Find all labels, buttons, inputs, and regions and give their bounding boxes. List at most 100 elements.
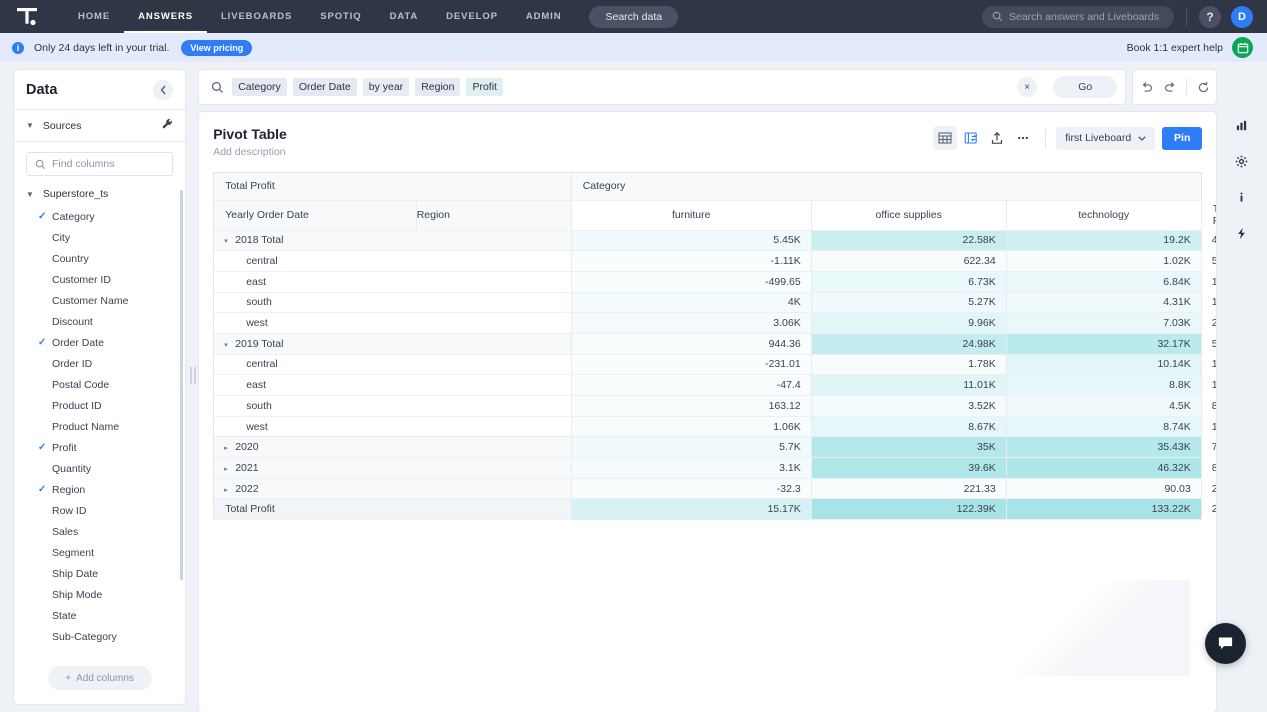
info-icon[interactable] <box>1228 184 1255 210</box>
nav-link-liveboards[interactable]: LIVEBOARDS <box>207 0 306 33</box>
table-row[interactable]: west3.06K9.96K7.03K20.06K <box>214 312 1216 334</box>
pivot-row-label[interactable]: central <box>214 354 572 376</box>
column-item-country[interactable]: Country <box>14 248 185 269</box>
pivot-cell[interactable]: 32.17K <box>1006 333 1202 355</box>
pivot-row-label[interactable]: ▾ 2018 Total <box>214 230 572 252</box>
pivot-column-header-office-supplies[interactable]: office supplies <box>811 200 1007 231</box>
pivot-cell[interactable]: 6.73K <box>811 271 1007 293</box>
column-item-row-id[interactable]: Row ID <box>14 500 185 521</box>
column-item-discount[interactable]: Discount <box>14 311 185 332</box>
search-token-profit[interactable]: Profit <box>466 78 503 96</box>
pivot-cell[interactable]: 24.98K <box>811 333 1007 355</box>
column-item-customer-name[interactable]: Customer Name <box>14 290 185 311</box>
pivot-cell[interactable]: 15.17K <box>571 498 812 521</box>
nav-link-develop[interactable]: DEVELOP <box>432 0 512 33</box>
pivot-cell[interactable]: 11.01K <box>811 374 1007 396</box>
pivot-cell[interactable]: 133.22K <box>1006 498 1202 521</box>
pivot-cell[interactable]: 163.12 <box>571 395 812 417</box>
column-item-ship-mode[interactable]: Ship Mode <box>14 584 185 605</box>
table-row[interactable]: central-231.011.78K10.14K11.68K <box>214 354 1216 376</box>
column-item-order-date[interactable]: ✓ Order Date <box>14 332 185 353</box>
undo-icon[interactable] <box>1135 76 1157 98</box>
pivot-cell[interactable]: 1.02K <box>1006 250 1202 272</box>
table-row[interactable]: east-47.411.01K8.8K19.76K <box>214 374 1216 396</box>
table-row[interactable]: south163.123.52K4.5K8.18K <box>214 395 1216 417</box>
pivot-row-label[interactable]: Total Profit <box>214 498 572 521</box>
pivot-cell[interactable]: 22.58K <box>811 230 1007 252</box>
pivot-row-label[interactable]: ▸ 2022 <box>214 478 572 500</box>
avatar[interactable]: D <box>1231 5 1253 28</box>
pivot-row-label[interactable]: ▾ 2019 Total <box>214 333 572 355</box>
pivot-cell[interactable]: -1.11K <box>571 250 812 272</box>
pivot-cell[interactable]: 6.84K <box>1006 271 1202 293</box>
column-item-state[interactable]: State <box>14 605 185 626</box>
nav-link-data[interactable]: DATA <box>376 0 433 33</box>
pivot-column-header-technology[interactable]: technology <box>1006 200 1202 231</box>
table-row[interactable]: ▸20213.1K39.6K46.32K89.03K <box>214 457 1216 479</box>
more-options-icon[interactable] <box>1011 126 1035 150</box>
help-button[interactable]: ? <box>1199 5 1221 28</box>
pivot-cell[interactable]: 10.14K <box>1006 354 1202 376</box>
chart-config-icon[interactable] <box>959 126 983 150</box>
column-item-sales[interactable]: Sales <box>14 521 185 542</box>
pivot-cell[interactable]: 1.78K <box>811 354 1007 376</box>
pivot-cell[interactable]: 19.2K <box>1006 230 1202 252</box>
pivot-cell[interactable]: 39.6K <box>811 457 1007 479</box>
download-icon[interactable] <box>985 126 1009 150</box>
pivot-cell[interactable]: 8.8K <box>1006 374 1202 396</box>
search-token-by-year[interactable]: by year <box>362 78 410 96</box>
collapse-panel-button[interactable] <box>153 79 174 100</box>
search-token-order-date[interactable]: Order Date <box>292 78 357 96</box>
pivot-cell[interactable]: 3.52K <box>811 395 1007 417</box>
search-token-region[interactable]: Region <box>415 78 461 96</box>
column-item-ship-date[interactable]: Ship Date <box>14 563 185 584</box>
column-item-region[interactable]: ✓ Region <box>14 479 185 500</box>
column-item-postal-code[interactable]: Postal Code <box>14 374 185 395</box>
table-row[interactable]: ▸20205.7K35K35.43K76.13K <box>214 436 1216 459</box>
thoughtspot-logo-icon[interactable] <box>12 5 42 29</box>
pivot-cell[interactable]: 9.96K <box>811 312 1007 334</box>
caret-collapsed-icon[interactable]: ▸ <box>224 486 235 494</box>
pivot-cell[interactable]: 4.5K <box>1006 395 1202 417</box>
find-columns-input[interactable]: Find columns <box>26 152 174 176</box>
pivot-cell[interactable]: 8.67K <box>811 416 1007 438</box>
pivot-cell[interactable]: 3.1K <box>571 457 812 479</box>
pivot-row-label[interactable]: south <box>214 395 572 417</box>
pivot-cell[interactable]: 221.33 <box>811 478 1007 500</box>
caret-collapsed-icon[interactable]: ▸ <box>224 444 235 452</box>
pivot-cell[interactable]: 122.39K <box>811 498 1007 521</box>
column-item-profit[interactable]: ✓ Profit <box>14 437 185 458</box>
search-data-button[interactable]: Search data <box>589 5 679 28</box>
view-pricing-button[interactable]: View pricing <box>181 39 253 56</box>
pivot-cell[interactable]: 4.31K <box>1006 292 1202 314</box>
pin-button[interactable]: Pin <box>1162 126 1203 150</box>
table-row[interactable]: ▾2019 Total944.3624.98K32.17K58.1K <box>214 333 1216 355</box>
pivot-row-label[interactable]: ▸ 2020 <box>214 436 572 459</box>
column-item-product-name[interactable]: Product Name <box>14 416 185 437</box>
column-item-segment[interactable]: Segment <box>14 542 185 563</box>
pivot-cell[interactable]: 5.27K <box>811 292 1007 314</box>
go-button[interactable]: Go <box>1053 76 1118 98</box>
column-item-city[interactable]: City <box>14 227 185 248</box>
pivot-row-label[interactable]: east <box>214 271 572 293</box>
pivot-row-label[interactable]: east <box>214 374 572 396</box>
nav-link-spotiq[interactable]: SPOTIQ <box>306 0 375 33</box>
table-row[interactable]: east-499.656.73K6.84K13.07K <box>214 271 1216 293</box>
pivot-row-label[interactable]: west <box>214 416 572 438</box>
pivot-column-header-furniture[interactable]: furniture <box>571 200 812 231</box>
pivot-cell[interactable]: 5.45K <box>571 230 812 252</box>
column-item-customer-id[interactable]: Customer ID <box>14 269 185 290</box>
source-node-superstore[interactable]: ▼ Superstore_ts <box>14 184 185 206</box>
pivot-cell[interactable]: 4K <box>571 292 812 314</box>
data-panel-scrollbar[interactable] <box>180 190 184 580</box>
pivot-cell[interactable]: 944.36 <box>571 333 812 355</box>
column-item-category[interactable]: ✓ Category <box>14 206 185 227</box>
search-bar[interactable]: Category Order Date by year Region Profit × … <box>199 70 1126 104</box>
pivot-row-label[interactable]: central <box>214 250 572 272</box>
table-row[interactable]: south4K5.27K4.31K13.58K <box>214 292 1216 314</box>
table-row[interactable]: west1.06K8.67K8.74K18.47K <box>214 416 1216 438</box>
column-item-sub-category[interactable]: Sub-Category <box>14 626 185 647</box>
column-item-product-id[interactable]: Product ID <box>14 395 185 416</box>
add-description-link[interactable]: Add description <box>213 146 287 158</box>
spotiq-bolt-icon[interactable] <box>1228 220 1255 246</box>
